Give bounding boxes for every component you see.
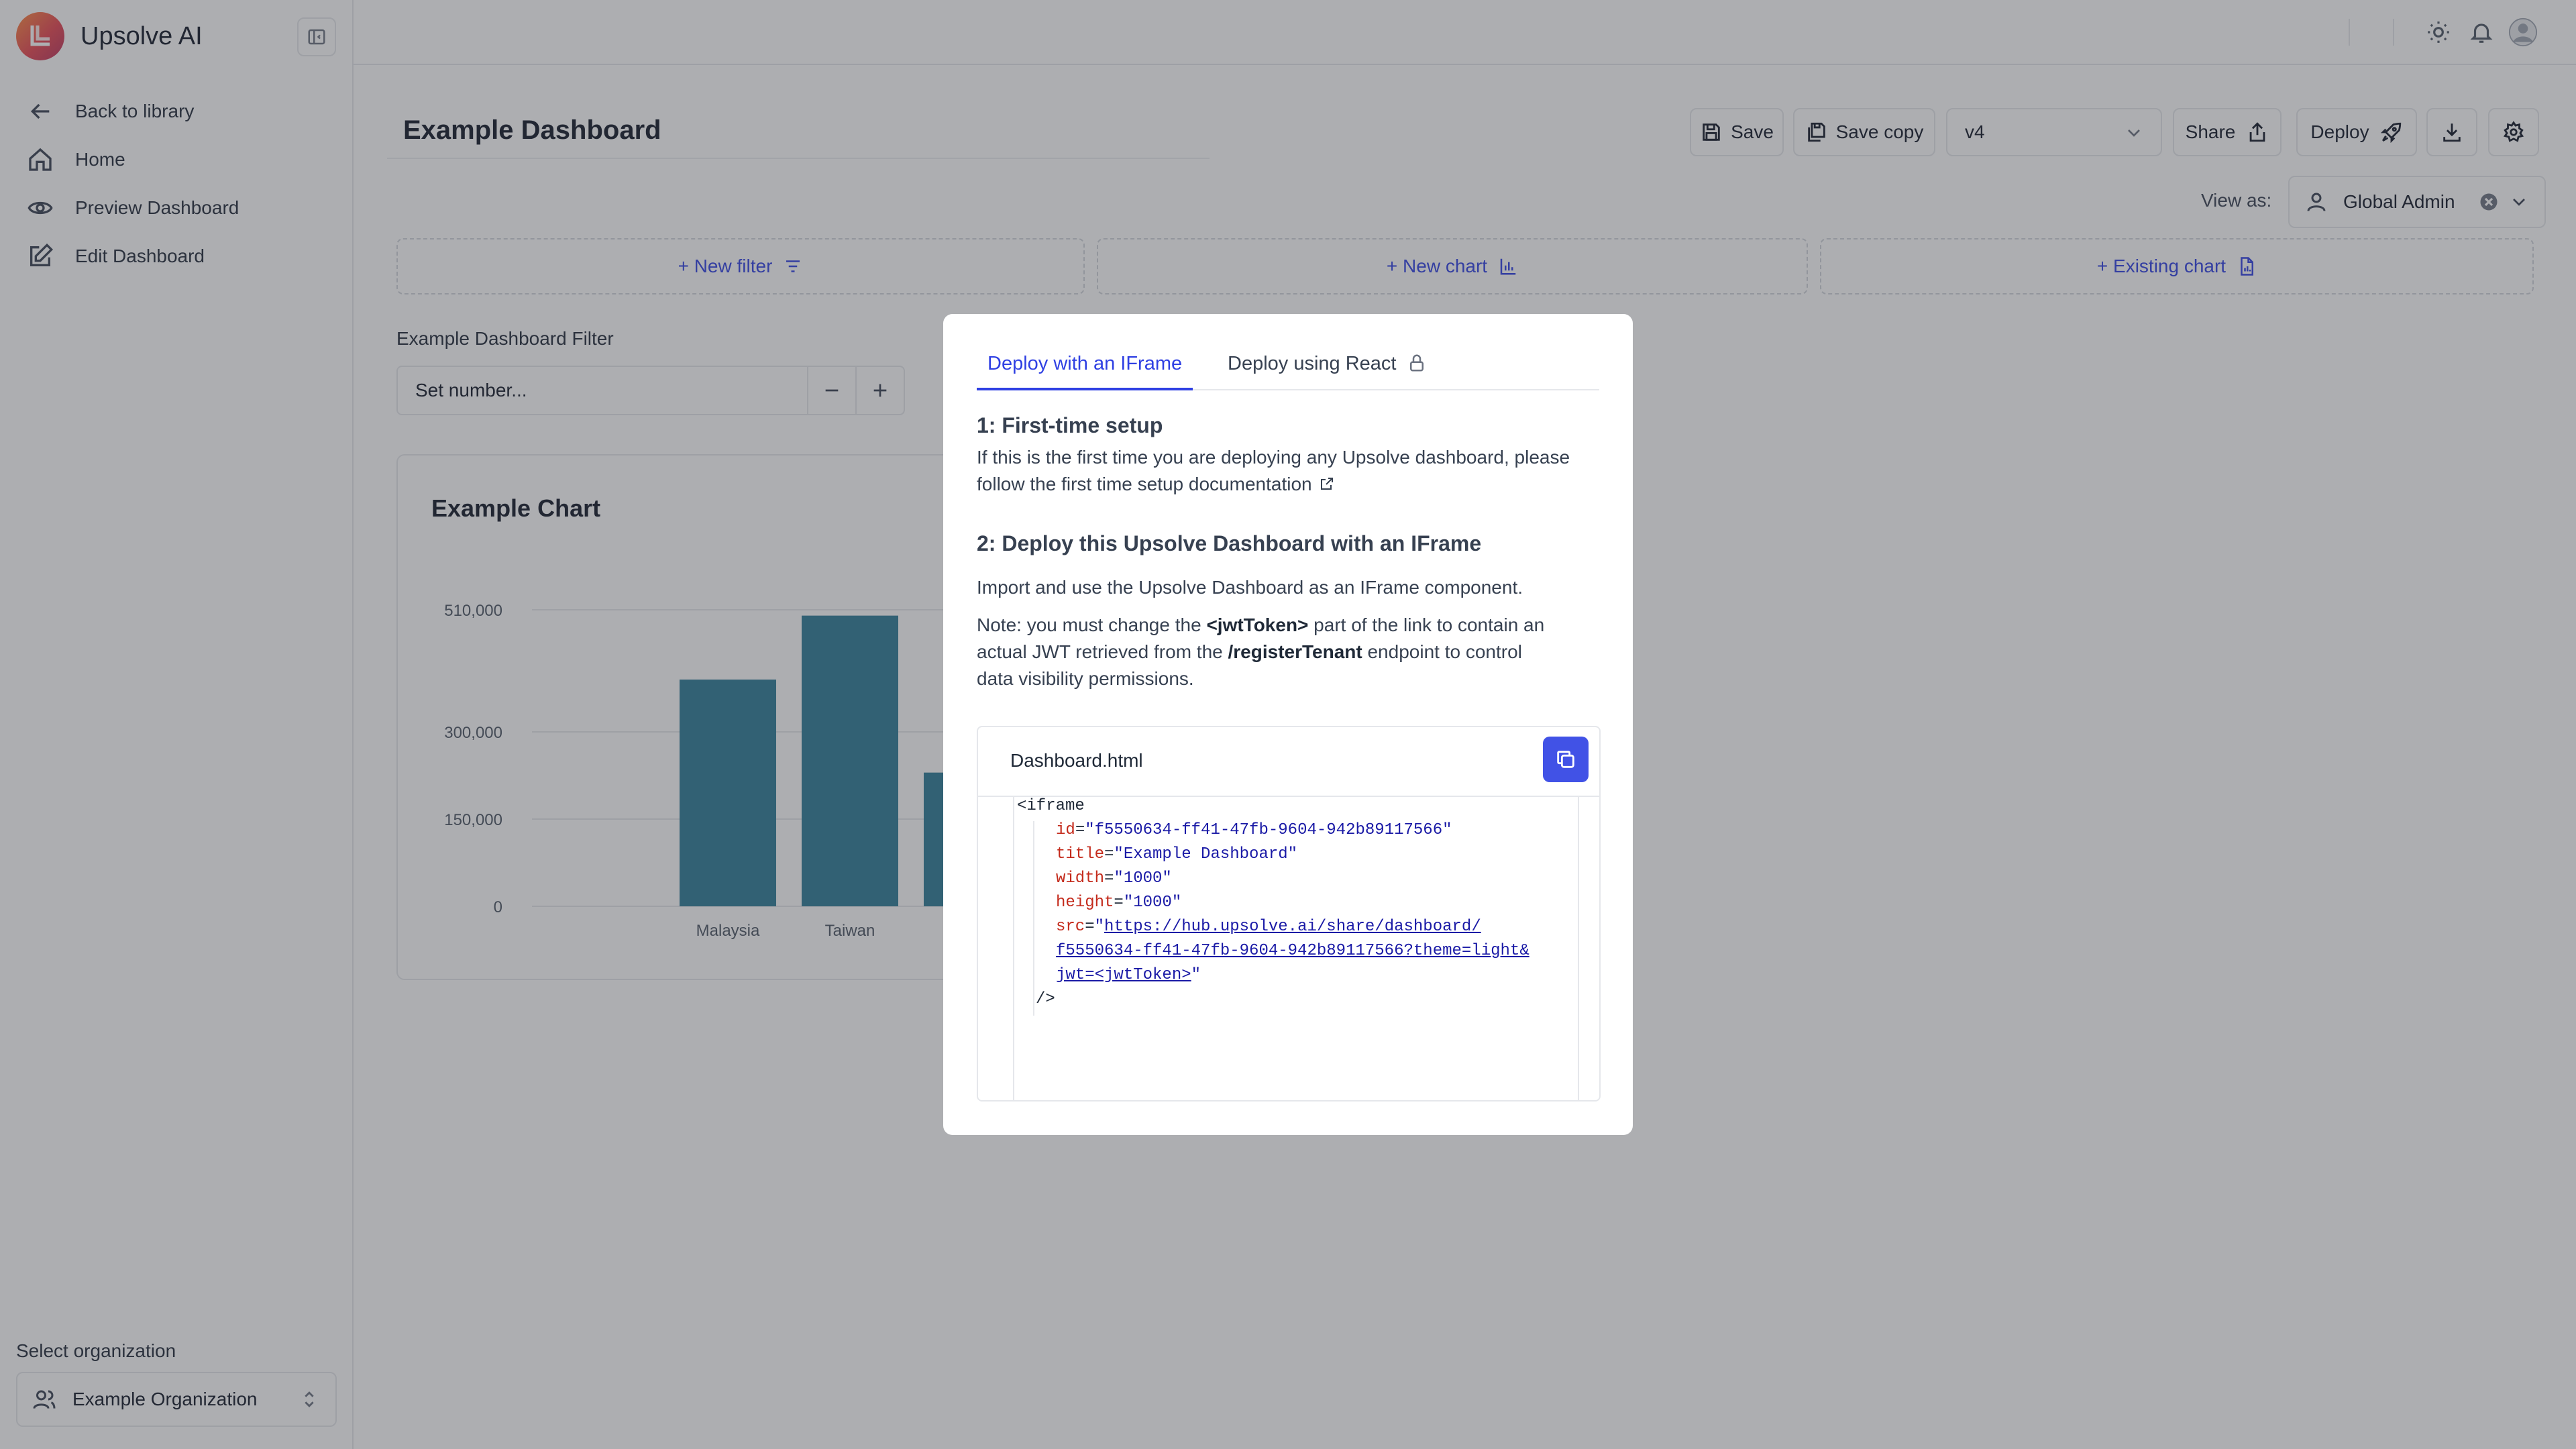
code-filename: Dashboard.html	[1010, 750, 1143, 771]
first-time-setup-text: If this is the first time you are deploy…	[977, 447, 1570, 494]
deploy-tabs: Deploy with an IFrame Deploy using React	[977, 353, 1599, 390]
indent-guide	[1033, 821, 1034, 1016]
tab-deploy-react[interactable]: Deploy using React	[1217, 353, 1438, 390]
deploy-modal: Deploy with an IFrame Deploy using React…	[943, 314, 1633, 1135]
jwt-note: Note: you must change the <jwtToken> par…	[977, 614, 1545, 689]
code-line: height="1000"	[1056, 894, 1182, 912]
code-line: <iframe	[1017, 797, 1085, 815]
code-line: src="https://hub.upsolve.ai/share/dashbo…	[1056, 918, 1481, 936]
copy-icon	[1557, 751, 1574, 768]
code-block[interactable]: <iframe id="f5550634-ff41-47fb-9604-942b…	[1013, 797, 1579, 1100]
code-line: />	[1036, 990, 1055, 1008]
setup-docs-link[interactable]: follow the first time setup documentatio…	[977, 474, 1312, 494]
deploy-iframe-text: Import and use the Upsolve Dashboard as …	[977, 577, 1523, 598]
dashboard-url-link[interactable]: https://hub.upsolve.ai/share/dashboard/	[1104, 918, 1481, 936]
code-line: jwt=<jwtToken>"	[1056, 966, 1201, 984]
lock-icon	[1410, 354, 1424, 372]
code-snippet-card: Dashboard.html <iframe id="f5550634-ff41…	[977, 726, 1601, 1102]
first-time-setup-heading: 1: First-time setup	[977, 413, 1163, 437]
code-line: f5550634-ff41-47fb-9604-942b89117566?the…	[1056, 942, 1529, 960]
code-line: id="f5550634-ff41-47fb-9604-942b89117566…	[1056, 821, 1452, 839]
copy-code-button[interactable]	[1543, 737, 1589, 782]
deploy-iframe-heading: 2: Deploy this Upsolve Dashboard with an…	[977, 531, 1482, 555]
external-link-icon[interactable]	[1319, 476, 1335, 492]
code-header: Dashboard.html	[978, 727, 1599, 797]
code-line: width="1000"	[1056, 869, 1172, 888]
code-line: title="Example Dashboard"	[1056, 845, 1298, 863]
tab-deploy-iframe[interactable]: Deploy with an IFrame	[977, 353, 1193, 390]
